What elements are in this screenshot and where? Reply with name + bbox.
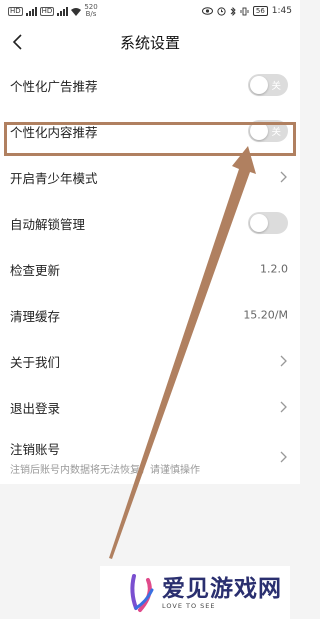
version-value: 1.2.0 (260, 262, 288, 276)
chevron-right-icon (280, 355, 287, 367)
setting-clear-cache[interactable]: 清理缓存 15.20/M (0, 292, 300, 338)
settings-list: 个性化广告推荐 关 个性化内容推荐 关 开启青少年模式 自动解锁管理 检查更新 … (0, 62, 300, 484)
personalized-content-toggle[interactable]: 关 (248, 120, 288, 142)
toggle-knob (250, 122, 268, 140)
row-right (278, 400, 288, 414)
auto-unlock-toggle[interactable] (248, 212, 288, 234)
setting-label: 开启青少年模式 (10, 170, 98, 186)
row-right (278, 450, 288, 464)
wifi-icon (71, 7, 82, 16)
setting-label: 个性化广告推荐 (10, 78, 98, 94)
toggle-state: 关 (271, 81, 281, 92)
row-right: 关 (248, 120, 288, 142)
cache-size-value: 15.20/M (243, 308, 288, 322)
eye-icon (201, 7, 213, 15)
sim1-badge: HD (8, 6, 23, 16)
setting-check-update[interactable]: 检查更新 1.2.0 (0, 246, 300, 292)
nav-bar: 系统设置 (0, 22, 300, 62)
setting-teen-mode[interactable]: 开启青少年模式 (0, 154, 300, 200)
sim2-badge: HD (39, 6, 55, 16)
chevron-right-icon (280, 401, 287, 413)
setting-label: 自动解锁管理 (10, 216, 86, 232)
signal2-icon (57, 6, 69, 16)
setting-label: 检查更新 (10, 262, 61, 278)
watermark-en: LOVE TO SEE (162, 601, 216, 610)
setting-label: 关于我们 (10, 354, 61, 370)
watermark: 爱见游戏网 LOVE TO SEE (100, 566, 290, 619)
net-speed: 520 B/s (84, 4, 97, 18)
vibrate-icon (240, 7, 249, 15)
setting-label: 个性化内容推荐 (10, 124, 98, 140)
bluetooth-icon (230, 6, 236, 16)
setting-label: 退出登录 (10, 400, 61, 416)
status-left: HD HD 520 B/s (8, 4, 98, 18)
chevron-right-icon (280, 171, 287, 183)
setting-personalized-ads: 个性化广告推荐 关 (0, 62, 300, 108)
row-right: 15.20/M (243, 309, 288, 322)
setting-label: 清理缓存 (10, 308, 61, 324)
status-bar: HD HD 520 B/s 56 1:45 (0, 0, 300, 22)
row-right: 关 (248, 74, 288, 96)
watermark-logo-icon (130, 573, 154, 612)
setting-auto-unlock: 自动解锁管理 (0, 200, 300, 246)
two-line-label: 注销账号 注销后账号内数据将无法恢复，请谨慎操作 (10, 439, 200, 476)
row-right (278, 170, 288, 184)
toggle-state: 关 (271, 127, 281, 138)
setting-logout[interactable]: 退出登录 (0, 384, 300, 430)
watermark-cn: 爱见游戏网 (162, 575, 282, 602)
clock: 1:45 (271, 6, 292, 16)
alarm-icon (217, 6, 226, 16)
row-right (278, 354, 288, 368)
setting-sublabel: 注销后账号内数据将无法恢复，请谨慎操作 (10, 464, 200, 476)
personalized-ads-toggle[interactable]: 关 (248, 74, 288, 96)
row-right (248, 212, 288, 234)
row-right: 1.2.0 (260, 263, 288, 276)
chevron-right-icon (280, 451, 287, 463)
watermark-texts: 爱见游戏网 LOVE TO SEE (162, 576, 282, 610)
status-right: 56 1:45 (201, 6, 292, 16)
signal-icon (25, 6, 37, 16)
setting-about-us[interactable]: 关于我们 (0, 338, 300, 384)
page-title: 系统设置 (119, 33, 180, 52)
setting-delete-account[interactable]: 注销账号 注销后账号内数据将无法恢复，请谨慎操作 (0, 430, 300, 484)
battery-icon: 56 (252, 6, 268, 16)
setting-label: 注销账号 (10, 441, 61, 457)
toggle-knob (250, 76, 268, 94)
net-speed-unit: B/s (85, 10, 97, 18)
setting-personalized-content: 个性化内容推荐 关 (0, 108, 300, 154)
chevron-left-icon[interactable] (6, 30, 30, 54)
toggle-knob (250, 214, 268, 232)
